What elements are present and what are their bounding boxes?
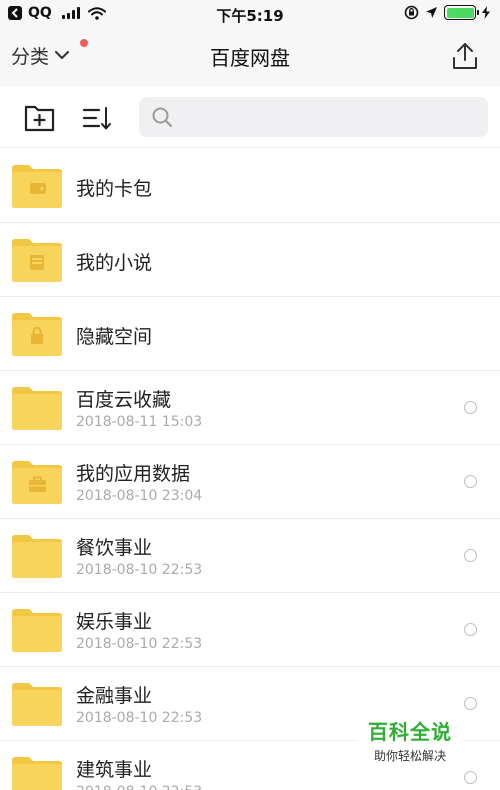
file-name: 我的小说 bbox=[76, 252, 153, 274]
file-name: 百度云收藏 bbox=[76, 389, 172, 411]
location-icon bbox=[426, 7, 437, 18]
sort-icon[interactable] bbox=[82, 103, 114, 133]
briefcase-folder-icon bbox=[12, 461, 62, 504]
upload-icon[interactable] bbox=[452, 42, 478, 70]
wallet-folder-icon bbox=[12, 165, 62, 208]
file-list: 我的卡包我的小说隐藏空间百度云收藏 2018-08-11 15:03 我的应用数据 2… bbox=[0, 149, 500, 790]
list-item[interactable]: 餐饮事业 2018-08-10 22:53 bbox=[0, 519, 500, 593]
file-name: 我的应用数据 bbox=[76, 463, 191, 485]
file-date: 2018-08-10 23:04 bbox=[76, 488, 203, 504]
battery-icon bbox=[444, 5, 479, 20]
file-date: 2018-08-11 15:03 bbox=[76, 414, 203, 430]
folder-icon bbox=[12, 387, 62, 430]
lock-folder-icon bbox=[12, 313, 62, 356]
select-checkbox[interactable] bbox=[464, 401, 477, 414]
file-date: 2018-08-10 22:53 bbox=[76, 562, 203, 578]
file-date: 2018-08-10 22:53 bbox=[76, 636, 203, 652]
folder-icon bbox=[12, 683, 62, 726]
status-bar: QQ 下午5:19 bbox=[0, 0, 500, 28]
toolbar bbox=[0, 86, 500, 148]
file-name: 建筑事业 bbox=[76, 759, 153, 781]
list-item[interactable]: 娱乐事业 2018-08-10 22:53 bbox=[0, 593, 500, 667]
select-checkbox[interactable] bbox=[464, 623, 477, 636]
search-icon bbox=[152, 107, 173, 128]
file-date: 2018-08-10 22:53 bbox=[76, 710, 203, 726]
file-name: 餐饮事业 bbox=[76, 537, 153, 559]
list-item[interactable]: 我的卡包 bbox=[0, 149, 500, 223]
folder-icon bbox=[12, 535, 62, 578]
list-item[interactable]: 我的小说 bbox=[0, 223, 500, 297]
search-input[interactable] bbox=[181, 108, 481, 126]
file-name: 我的卡包 bbox=[76, 178, 153, 200]
new-folder-icon[interactable] bbox=[24, 103, 56, 133]
nav-bar: 分类 百度网盘 bbox=[0, 28, 500, 86]
file-date: 2018-08-10 22:53 bbox=[76, 784, 202, 790]
search-box[interactable] bbox=[139, 97, 488, 137]
list-item[interactable]: 百度云收藏 2018-08-11 15:03 bbox=[0, 371, 500, 445]
rotation-lock-icon bbox=[404, 5, 419, 20]
folder-icon bbox=[12, 757, 62, 790]
file-name: 娱乐事业 bbox=[76, 611, 153, 633]
file-name: 金融事业 bbox=[76, 685, 153, 707]
watermark-subtitle: 助你轻松解决 bbox=[373, 749, 446, 763]
watermark-logo: 百科全说 助你轻松解决 bbox=[356, 710, 464, 770]
list-item[interactable]: 我的应用数据 2018-08-10 23:04 bbox=[0, 445, 500, 519]
select-checkbox[interactable] bbox=[464, 549, 477, 562]
watermark-title: 百科全说 bbox=[368, 720, 452, 744]
list-item[interactable]: 隐藏空间 bbox=[0, 297, 500, 371]
select-checkbox[interactable] bbox=[464, 475, 477, 488]
book-folder-icon bbox=[12, 239, 62, 282]
file-name: 隐藏空间 bbox=[76, 326, 153, 348]
select-checkbox[interactable] bbox=[464, 697, 477, 710]
page-title: 百度网盘 bbox=[210, 46, 290, 70]
folder-icon bbox=[12, 609, 62, 652]
select-checkbox[interactable] bbox=[464, 771, 477, 784]
charging-bolt-icon bbox=[482, 6, 490, 19]
status-right bbox=[404, 5, 490, 20]
